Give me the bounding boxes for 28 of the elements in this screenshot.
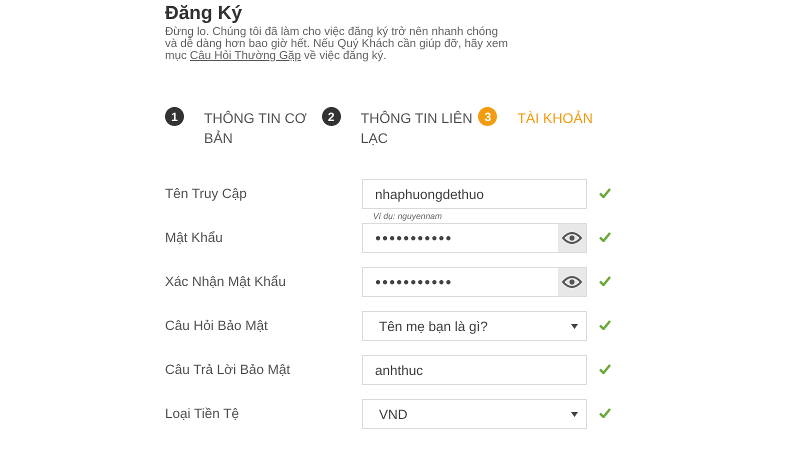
field-label: Xác Nhận Mật Khẩu <box>165 273 287 291</box>
hint-text: Ví dụ: nguyennam <box>372 210 443 223</box>
field-label: Câu Hỏi Bảo Mật <box>165 317 269 335</box>
step-label: TÀI KHOẢN <box>517 109 594 128</box>
field-label: Mật Khẩu <box>165 229 224 247</box>
eye-icon <box>562 232 582 244</box>
show-password-button[interactable] <box>558 268 586 296</box>
intro-text: Đừng lo. Chúng tôi đã làm cho việc đăng ký trở nên nhanh chóng và dễ dàng hơn bao giờ hết. Nếu Quý Khách cần giúp đỡ, hãy xem mục Câu Hỏi Thường Gặp về việc đăng ký. <box>165 26 509 62</box>
password-field[interactable]: ●●●●●●●●●●● <box>362 267 587 297</box>
faq-link[interactable]: Câu Hỏi Thường Gặp <box>190 50 301 62</box>
input-field[interactable]: nhaphuongdethuo <box>362 179 587 209</box>
field-label: Câu Trả Lời Bảo Mật <box>165 361 292 379</box>
step-label: THÔNG TIN CƠ BẢN <box>204 109 308 148</box>
show-password-button[interactable] <box>558 224 586 252</box>
page-title: Đăng Ký <box>165 2 244 26</box>
step-number: 2 <box>322 107 341 126</box>
input-field[interactable]: anhthuc <box>362 355 587 385</box>
password-field[interactable]: ●●●●●●●●●●● <box>362 223 587 253</box>
caret-icon <box>571 324 578 328</box>
step-number: 1 <box>165 107 184 126</box>
dropdown[interactable]: VND <box>362 399 587 429</box>
field-label: Tên Truy Cập <box>165 185 248 203</box>
field-label: Loại Tiền Tệ <box>165 405 240 423</box>
eye-icon <box>562 276 582 288</box>
step-number: 3 <box>478 107 498 126</box>
dropdown[interactable]: Tên mẹ bạn là gì? <box>362 311 587 341</box>
caret-icon <box>571 412 578 416</box>
step-label: THÔNG TIN LIÊN LẠC <box>360 109 474 148</box>
